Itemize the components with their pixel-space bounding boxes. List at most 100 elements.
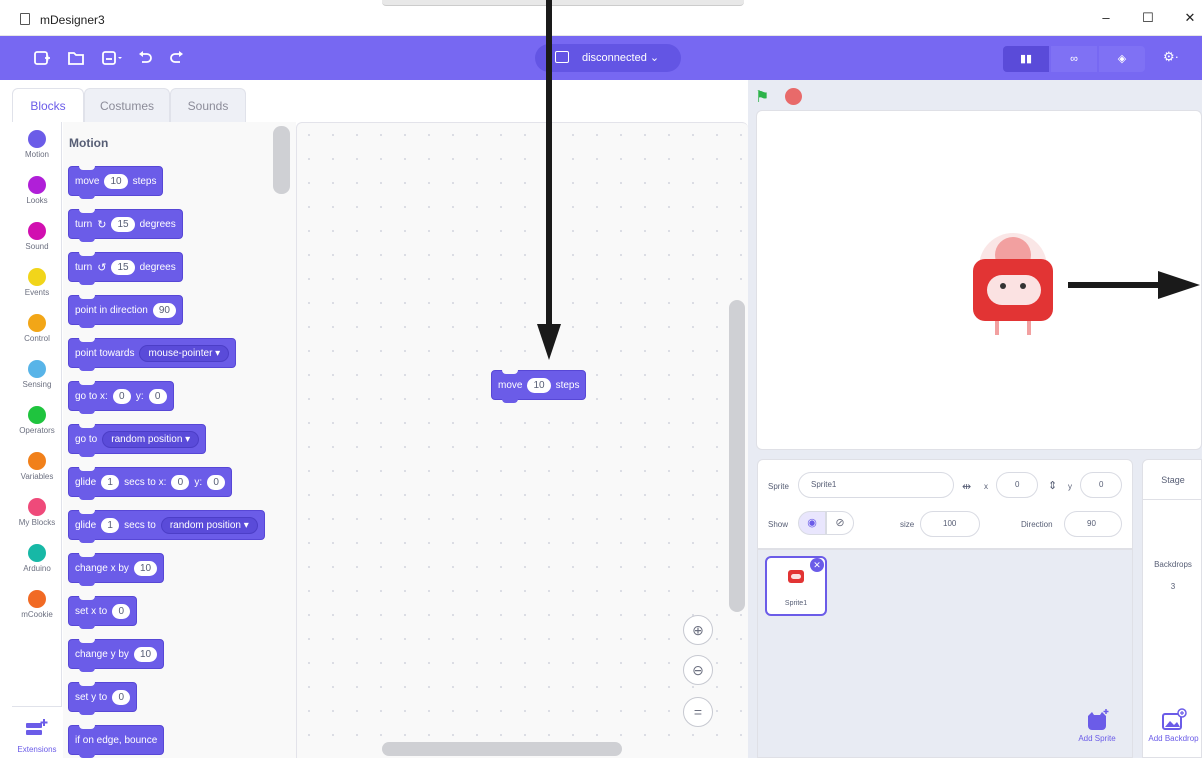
category-operators[interactable]: Operators xyxy=(12,406,62,435)
category-sensing[interactable]: Sensing xyxy=(12,360,62,389)
block-set-y[interactable]: set y to 0 xyxy=(68,682,138,715)
mcookie-dot-icon xyxy=(28,590,46,608)
x-field[interactable]: 0 xyxy=(996,472,1038,498)
mode-switcher: ▮▮ ∞ ◈ xyxy=(1003,46,1147,72)
direction-field[interactable]: 90 xyxy=(1064,511,1122,537)
maximize-button[interactable]: ☐ xyxy=(1138,10,1158,26)
y-position-icon: ⇕ xyxy=(1048,480,1058,492)
window-title: mDesigner3 xyxy=(40,13,105,27)
control-dot-icon xyxy=(28,314,46,332)
close-button[interactable]: ✕ xyxy=(1180,10,1200,26)
block-change-x[interactable]: change x by 10 xyxy=(68,553,165,586)
my-blocks-dot-icon xyxy=(28,498,46,516)
sprite-name-field[interactable]: Sprite1 xyxy=(798,472,954,498)
y-field[interactable]: 0 xyxy=(1080,472,1122,498)
redo-icon[interactable] xyxy=(168,49,186,67)
category-menu: Motion Looks Sound Events Control Sensin… xyxy=(12,122,62,758)
category-sound[interactable]: Sound xyxy=(12,222,62,251)
delete-sprite-icon[interactable]: ✕ xyxy=(810,558,824,572)
arduino-dot-icon xyxy=(28,544,46,562)
add-backdrop-button[interactable]: Add Backdrop xyxy=(1145,708,1202,743)
add-sprite-icon xyxy=(1088,709,1109,730)
add-sprite-button[interactable]: Add Sprite xyxy=(1072,708,1122,743)
zoom-out-icon[interactable]: ⊖ xyxy=(683,655,713,685)
block-point-towards[interactable]: point towards mouse-pointer ▾ xyxy=(68,338,237,371)
looks-dot-icon xyxy=(28,176,46,194)
rotate-left-icon: ↺ xyxy=(97,261,107,274)
category-variables[interactable]: Variables xyxy=(12,452,62,481)
category-motion[interactable]: Motion xyxy=(12,130,62,159)
new-file-icon[interactable] xyxy=(33,49,51,67)
add-backdrop-icon xyxy=(1161,708,1187,730)
block-change-y[interactable]: change y by 10 xyxy=(68,639,165,672)
overlay-window-edge xyxy=(382,0,744,6)
x-position-icon: ⇹ xyxy=(962,481,972,493)
block-glide-to-xy[interactable]: glide 1 secs to x: 0 y: 0 xyxy=(68,467,233,500)
device-mode-icon[interactable]: ◈ xyxy=(1099,46,1145,72)
palette-section-title: Motion xyxy=(69,136,109,150)
workspace-move-block[interactable]: move 10 steps xyxy=(491,370,587,403)
backdrops-count: 3 xyxy=(1170,582,1176,591)
rotate-right-icon: ↻ xyxy=(97,218,107,231)
green-flag-icon[interactable]: ⚑ xyxy=(755,87,769,107)
stage-canvas[interactable] xyxy=(756,110,1202,450)
category-arduino[interactable]: Arduino xyxy=(12,544,62,573)
zoom-reset-icon[interactable]: = xyxy=(683,697,713,727)
x-label: x xyxy=(984,482,988,491)
code-mode-icon[interactable]: ∞ xyxy=(1051,46,1097,72)
events-dot-icon xyxy=(28,268,46,286)
category-control[interactable]: Control xyxy=(12,314,62,343)
block-point-in-direction[interactable]: point in direction 90 xyxy=(68,295,183,328)
workspace-horizontal-scrollbar[interactable] xyxy=(382,742,622,756)
sprite-label: Sprite xyxy=(768,482,789,491)
motion-dot-icon xyxy=(28,130,46,148)
category-my-blocks[interactable]: My Blocks xyxy=(12,498,62,527)
tab-costumes[interactable]: Costumes xyxy=(84,88,170,122)
block-turn-right[interactable]: turn ↻ 15 degrees xyxy=(68,209,183,242)
menu-bar: disconnected ⌄ ▮▮ ∞ ◈ ⚙· xyxy=(0,36,1202,80)
extensions-button[interactable]: Extensions xyxy=(12,706,62,758)
variables-dot-icon xyxy=(28,452,46,470)
document-icon xyxy=(20,13,30,25)
y-label: y xyxy=(1068,482,1072,491)
workspace-vertical-scrollbar[interactable] xyxy=(729,300,745,612)
size-field[interactable]: 100 xyxy=(920,511,980,537)
stop-icon[interactable] xyxy=(785,88,802,105)
size-label: size xyxy=(900,520,915,529)
block-mode-icon[interactable]: ▮▮ xyxy=(1003,46,1049,72)
add-backdrop-label: Add Backdrop xyxy=(1148,734,1199,743)
operators-dot-icon xyxy=(28,406,46,424)
block-move-steps[interactable]: move 10 steps xyxy=(68,166,164,199)
sound-dot-icon xyxy=(28,222,46,240)
block-bounce[interactable]: if on edge, bounce xyxy=(68,725,165,758)
block-glide-to[interactable]: glide 1 secs to random position ▾ xyxy=(68,510,265,543)
device-connection-icon xyxy=(555,51,569,63)
show-visible-icon[interactable]: ◉ xyxy=(798,511,826,535)
sprite-thumbnail-name: Sprite1 xyxy=(784,600,808,607)
category-looks[interactable]: Looks xyxy=(12,176,62,205)
open-folder-icon[interactable] xyxy=(67,49,85,67)
direction-label: Direction xyxy=(1021,520,1053,529)
zoom-in-icon[interactable]: ⊕ xyxy=(683,615,713,645)
save-icon[interactable] xyxy=(101,49,122,67)
block-turn-left[interactable]: turn ↺ 15 degrees xyxy=(68,252,183,285)
hide-sprite-icon[interactable]: ⊘ xyxy=(826,511,854,535)
tab-sounds[interactable]: Sounds xyxy=(170,88,246,122)
palette-scrollbar[interactable] xyxy=(273,126,290,194)
sprite-character-icon xyxy=(973,233,1053,335)
script-workspace[interactable] xyxy=(296,122,748,758)
category-events[interactable]: Events xyxy=(12,268,62,297)
minimize-button[interactable]: – xyxy=(1096,10,1116,26)
block-go-to[interactable]: go to random position ▾ xyxy=(68,424,207,457)
block-set-x[interactable]: set x to 0 xyxy=(68,596,138,629)
annotation-arrow-down xyxy=(546,0,552,330)
settings-icon[interactable]: ⚙· xyxy=(1163,49,1179,65)
category-mcookie[interactable]: mCookie xyxy=(12,590,62,619)
block-go-to-xy[interactable]: go to x: 0 y: 0 xyxy=(68,381,174,414)
connection-label: disconnected ⌄ xyxy=(582,52,660,64)
undo-icon[interactable] xyxy=(136,49,154,67)
steps-input[interactable]: 10 xyxy=(104,173,128,189)
tab-blocks[interactable]: Blocks xyxy=(12,88,84,122)
connection-dropdown[interactable]: disconnected ⌄ xyxy=(535,44,681,72)
extensions-icon xyxy=(26,719,48,735)
